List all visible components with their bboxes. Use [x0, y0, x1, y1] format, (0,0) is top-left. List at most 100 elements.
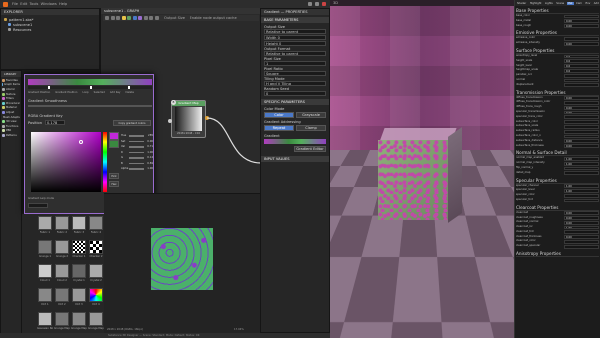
thumbnail-image[interactable]: [89, 312, 103, 326]
tool-icon[interactable]: [132, 16, 137, 20]
material-section-title[interactable]: Surface Properties: [516, 47, 599, 54]
addressing-clamp[interactable]: Clamp: [296, 125, 326, 131]
thumbnail-image[interactable]: [89, 264, 103, 278]
graph-tab[interactable]: subscene1 - GRAPH: [101, 8, 260, 14]
gradient-key[interactable]: [128, 86, 130, 89]
material-property-value[interactable]: 1.00: [564, 156, 599, 161]
tool-icon[interactable]: [105, 16, 109, 20]
section-input-values[interactable]: INPUT VALUES: [261, 156, 329, 162]
thumbnail-image[interactable]: [38, 264, 52, 278]
material-property-value[interactable]: [564, 83, 599, 88]
material-tab[interactable]: Highlight: [529, 2, 543, 5]
thumbnail-image[interactable]: [55, 312, 69, 326]
thumbnail-image[interactable]: [72, 264, 86, 278]
gradient-bar[interactable]: [28, 79, 152, 85]
material-tab[interactable]: Mat: [566, 1, 574, 5]
hex-button[interactable]: Hex: [109, 181, 119, 187]
material-tab[interactable]: Shader: [516, 2, 527, 5]
material-property-value[interactable]: 0.00: [564, 96, 599, 100]
addressing-repeat[interactable]: Repeat: [264, 125, 294, 131]
channel-slider[interactable]: [129, 146, 144, 148]
material-property-value[interactable]: [564, 14, 599, 19]
thumbnail-image[interactable]: [38, 240, 52, 254]
gradient-keys-track[interactable]: [28, 86, 152, 89]
preview-2d-panel[interactable]: 2048 x 2048 (RGBA, 16bpc) 17.04%: [104, 193, 260, 333]
material-property-value[interactable]: [564, 171, 599, 176]
thumbnail-image[interactable]: [55, 264, 69, 278]
cache-toggle[interactable]: Enable node output cache: [190, 16, 237, 20]
gradient-key[interactable]: [90, 86, 92, 89]
channel-slider[interactable]: [129, 135, 144, 137]
material-property-value[interactable]: 1.00: [564, 188, 599, 193]
tool-icon[interactable]: [116, 16, 120, 20]
property-value[interactable]: 0: [264, 91, 326, 96]
thumbnail-image[interactable]: [72, 216, 86, 230]
material-property-value[interactable]: [564, 198, 599, 203]
channel-slider[interactable]: [129, 140, 144, 142]
thumbnail-image[interactable]: [38, 312, 52, 326]
material-section-title[interactable]: Base Properties: [516, 7, 599, 14]
lerp-mode-select[interactable]: [28, 203, 48, 208]
channel-value[interactable]: 1.00: [145, 167, 153, 170]
position-input[interactable]: 0.178: [45, 120, 65, 125]
picker-cursor[interactable]: [79, 140, 83, 144]
close-icon[interactable]: [322, 2, 326, 6]
material-property-value[interactable]: [564, 36, 599, 41]
zoom-level[interactable]: 17.04%: [234, 328, 244, 331]
material-property-value[interactable]: [564, 115, 599, 120]
material-section-title[interactable]: Anisotropy Properties: [516, 250, 599, 258]
node-input-port[interactable]: [168, 119, 172, 123]
material-property-value[interactable]: [564, 78, 599, 83]
material-property-value[interactable]: 0.0: [564, 68, 599, 73]
tool-icon[interactable]: [121, 16, 126, 20]
tool-icon[interactable]: [154, 16, 159, 20]
channel-slider[interactable]: [129, 157, 144, 159]
maximize-icon[interactable]: [315, 2, 319, 6]
color-sv-picker[interactable]: [31, 132, 101, 192]
material-section-title[interactable]: Transmission Properties: [516, 89, 599, 96]
channel-slider[interactable]: [129, 168, 144, 170]
thumbnail-image[interactable]: [55, 288, 69, 302]
material-property-value[interactable]: 0.00: [564, 110, 599, 115]
material-property-value[interactable]: 0.0: [564, 54, 599, 59]
thumbnail-image[interactable]: [72, 312, 86, 326]
material-property-value[interactable]: 0.00: [564, 24, 599, 28]
color-mode-color[interactable]: Color: [264, 112, 294, 118]
channel-value[interactable]: 0.00: [145, 140, 153, 143]
library-item[interactable]: Patterns: [2, 133, 20, 138]
thumbnail-image[interactable]: [89, 216, 103, 230]
material-property-value[interactable]: 0.00: [564, 220, 599, 225]
material-property-value[interactable]: [564, 244, 599, 249]
material-property-value[interactable]: 0.00: [564, 41, 599, 46]
thumbnail-image[interactable]: [38, 288, 52, 302]
channel-slider[interactable]: [129, 151, 144, 153]
tool-icon[interactable]: [143, 16, 148, 20]
material-property-value[interactable]: 0.0: [564, 64, 599, 68]
thumbnail-image[interactable]: [89, 240, 103, 254]
property-value[interactable]: H and V Tiling: [264, 81, 326, 86]
channel-slider[interactable]: [129, 162, 144, 164]
tool-icon[interactable]: [138, 16, 142, 20]
material-tab[interactable]: Scene: [555, 2, 565, 5]
material-property-value[interactable]: 0.00: [564, 105, 599, 110]
material-section-title[interactable]: Emissive Properties: [516, 29, 599, 37]
thumbnail-image[interactable]: [72, 240, 86, 254]
material-property-value[interactable]: [564, 124, 599, 129]
channel-value[interactable]: 0.14: [145, 156, 153, 159]
property-value[interactable]: 1: [264, 61, 326, 66]
material-property-value[interactable]: 0.00: [564, 19, 599, 24]
property-value[interactable]: Relative to parent: [264, 51, 326, 56]
material-property-value[interactable]: [564, 166, 599, 171]
material-property-value[interactable]: [564, 193, 599, 198]
channel-value[interactable]: 1.00: [145, 151, 153, 154]
material-property-value[interactable]: 1.00: [564, 161, 599, 166]
explorer-item[interactable]: Resources: [4, 27, 96, 32]
material-tab[interactable]: Cam: [575, 2, 583, 5]
material-property-value[interactable]: [564, 100, 599, 105]
tool-icon[interactable]: [110, 16, 115, 20]
property-value[interactable]: Height 0: [264, 41, 326, 46]
material-property-value[interactable]: 0.00: [564, 235, 599, 240]
material-property-value[interactable]: 0.00: [564, 144, 599, 148]
gradient-map-node[interactable]: Gradient Map 2048×2048 - C16: [171, 100, 206, 138]
thumbnail-image[interactable]: [38, 216, 52, 230]
